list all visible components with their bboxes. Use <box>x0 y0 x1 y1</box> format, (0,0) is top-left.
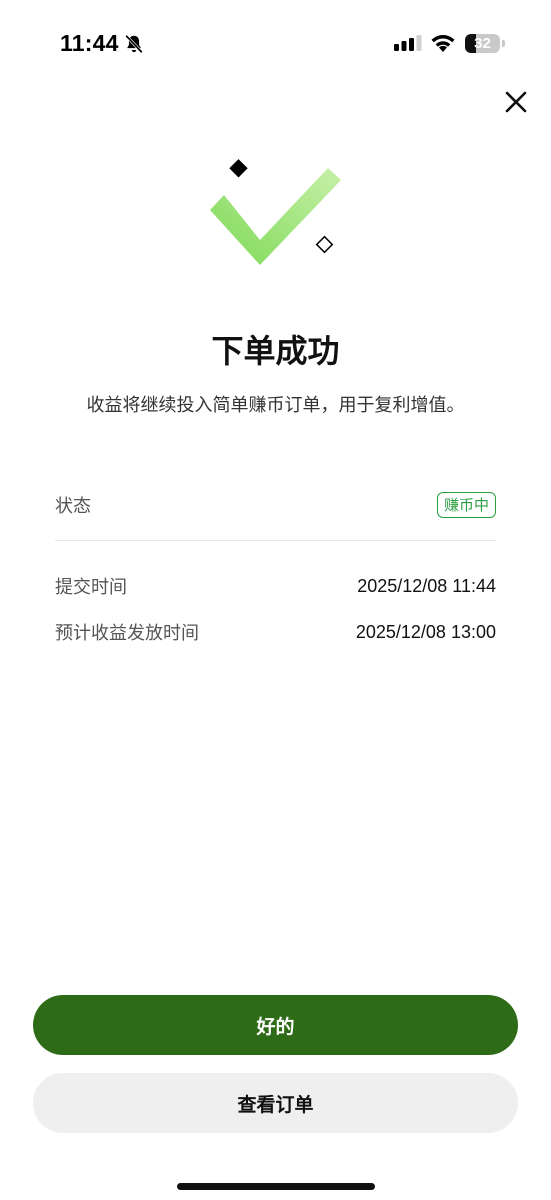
status-bar: 11:44 32 <box>0 0 551 90</box>
info-row-submit-time: 提交时间 2025/12/08 11:44 <box>55 572 496 600</box>
battery-level: 32 <box>474 35 491 52</box>
status-label: 状态 <box>55 496 91 517</box>
diamond-outline-icon <box>315 235 334 254</box>
submit-time-label: 提交时间 <box>55 577 127 598</box>
submit-time-value: 2025/12/08 11:44 <box>357 575 496 596</box>
home-indicator[interactable] <box>177 1183 375 1190</box>
diamond-filled-icon <box>229 159 248 178</box>
status-badge: 赚币中 <box>436 492 496 518</box>
payout-time-label: 预计收益发放时间 <box>55 623 199 644</box>
wifi-icon <box>431 35 455 52</box>
bell-slash-icon <box>125 34 143 54</box>
page-title: 下单成功 <box>211 332 340 370</box>
payout-time-value: 2025/12/08 13:00 <box>355 621 496 642</box>
info-row-payout-time: 预计收益发放时间 2025/12/08 13:00 <box>55 618 496 646</box>
battery-icon: 32 <box>465 34 500 53</box>
ok-button[interactable]: 好的 <box>33 995 518 1055</box>
order-success-screen: 11:44 32 下单成功 收益将继续投入简单赚币订单，用于复利增值。 状态 赚… <box>0 0 551 1200</box>
close-button[interactable] <box>498 84 534 120</box>
battery-nub <box>502 40 505 47</box>
status-time: 11:44 <box>60 30 119 56</box>
info-row-status: 状态 赚币中 <box>55 489 496 521</box>
page-subtitle: 收益将继续投入简单赚币订单，用于复利增值。 <box>86 395 465 416</box>
signal-icon <box>394 35 422 51</box>
success-illustration <box>210 159 341 265</box>
checkmark-icon <box>210 168 341 265</box>
close-icon <box>505 91 527 113</box>
divider <box>55 540 496 541</box>
view-order-button[interactable]: 查看订单 <box>33 1073 518 1133</box>
